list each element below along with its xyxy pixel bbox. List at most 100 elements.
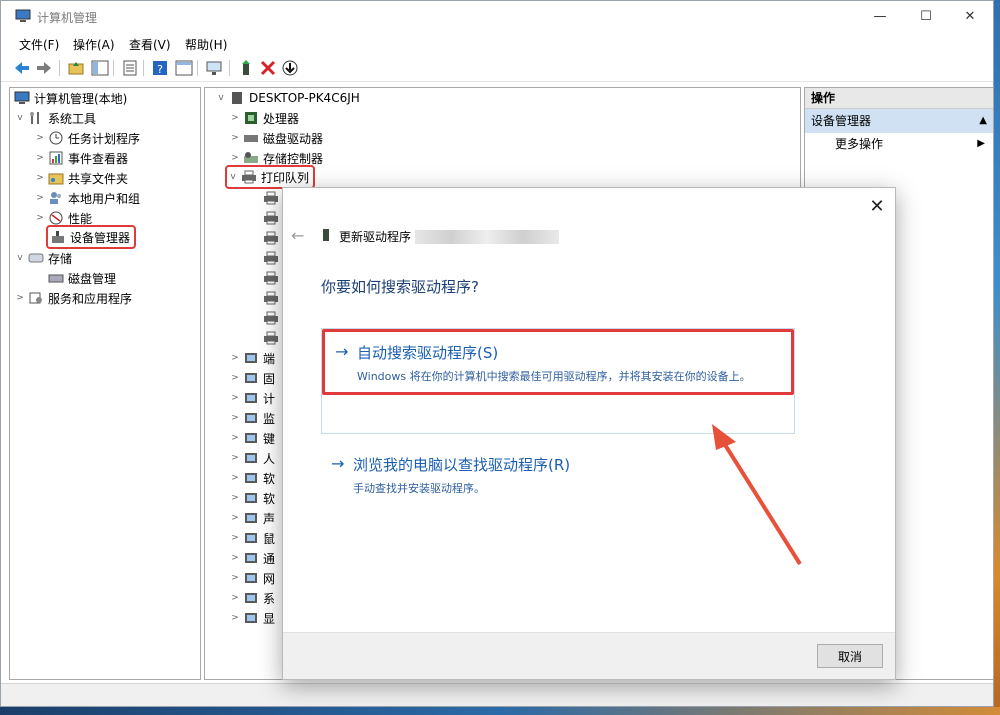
device-category-disk-drives[interactable]: > 磁盘驱动器 <box>229 128 323 148</box>
device-category-icon <box>245 593 257 603</box>
more-actions-item[interactable]: 更多操作 ▶ <box>805 133 993 155</box>
show-hide-tree-icon[interactable] <box>91 59 109 77</box>
back-arrow-icon[interactable]: ← <box>291 226 304 245</box>
printer-queue-item[interactable] <box>261 268 283 288</box>
device-root[interactable]: v DESKTOP-PK4C6JH <box>215 88 359 108</box>
expand-caret[interactable]: > <box>229 133 241 143</box>
expand-caret[interactable]: > <box>229 493 241 503</box>
up-folder-icon[interactable] <box>67 59 85 77</box>
expand-caret[interactable]: > <box>229 573 241 583</box>
menu-view[interactable]: 查看(V) <box>129 36 171 53</box>
actions-section-device-manager[interactable]: 设备管理器 ▲ <box>805 109 993 133</box>
collapse-caret[interactable]: v <box>215 93 227 103</box>
disable-device-icon[interactable] <box>281 59 299 77</box>
device-category-item[interactable]: > 人 <box>229 448 275 468</box>
toolbar-separator <box>59 60 60 76</box>
expand-caret[interactable]: > <box>229 513 241 523</box>
properties-icon[interactable] <box>121 59 139 77</box>
uninstall-icon[interactable] <box>259 59 277 77</box>
device-category-icon <box>245 613 257 623</box>
collapse-up-icon[interactable]: ▲ <box>979 109 987 133</box>
option-auto-search[interactable]: → 自动搜索驱动程序(S) Windows 将在你的计算机中搜索最佳可用驱动程序… <box>322 329 794 395</box>
window-title: 计算机管理 <box>37 11 98 25</box>
forward-arrow-icon[interactable] <box>35 59 53 77</box>
update-driver-icon[interactable] <box>237 59 255 77</box>
help-icon[interactable]: ? <box>151 59 169 77</box>
device-category-item[interactable]: > 声 <box>229 508 275 528</box>
device-category-item[interactable]: > 鼠 <box>229 528 275 548</box>
toolbar: ? <box>1 55 993 82</box>
minimize-button[interactable]: — <box>857 1 903 31</box>
expand-caret[interactable]: > <box>229 413 241 423</box>
tree-item-disk-management[interactable]: 磁盘管理 <box>46 268 116 288</box>
actions-header: 操作 <box>805 88 993 109</box>
expand-caret[interactable]: > <box>229 433 241 443</box>
device-category-item[interactable]: > 软 <box>229 468 275 488</box>
printer-queue-item[interactable] <box>261 328 283 348</box>
device-category-item[interactable]: > 系 <box>229 588 275 608</box>
expand-caret[interactable]: > <box>14 293 26 303</box>
expand-caret[interactable]: > <box>229 533 241 543</box>
device-category-item[interactable]: > 网 <box>229 568 275 588</box>
expand-caret[interactable]: > <box>229 593 241 603</box>
menu-file[interactable]: 文件(F) <box>19 36 59 53</box>
tree-item-services[interactable]: > 服务和应用程序 <box>14 288 132 308</box>
expand-caret[interactable]: > <box>229 353 241 363</box>
maximize-button[interactable]: ☐ <box>903 1 949 31</box>
expand-caret[interactable]: > <box>34 133 46 143</box>
device-category-item[interactable]: > 固 <box>229 368 275 388</box>
printer-queue-item[interactable] <box>261 208 283 228</box>
device-category-item[interactable]: > 计 <box>229 388 275 408</box>
printer-queue-item[interactable] <box>261 308 283 328</box>
device-category-processor[interactable]: > 处理器 <box>229 108 299 128</box>
device-category-item[interactable]: > 键 <box>229 428 275 448</box>
expand-caret[interactable]: > <box>229 393 241 403</box>
expand-caret[interactable]: > <box>229 553 241 563</box>
device-category-storage-controllers[interactable]: > 存储控制器 <box>229 148 323 168</box>
expand-caret[interactable]: > <box>229 473 241 483</box>
device-category-icon <box>245 413 257 423</box>
expand-caret[interactable]: > <box>229 613 241 623</box>
expand-caret[interactable]: v <box>14 113 26 123</box>
expand-caret[interactable]: > <box>229 113 241 123</box>
device-category-item[interactable]: > 通 <box>229 548 275 568</box>
tree-item-device-manager[interactable]: 设备管理器 <box>45 225 137 249</box>
device-category-item[interactable]: > 监 <box>229 408 275 428</box>
expand-caret[interactable]: > <box>34 213 46 223</box>
dialog-close-button[interactable]: ✕ <box>865 194 889 218</box>
tree-item-task-scheduler[interactable]: > 任务计划程序 <box>34 128 140 148</box>
expand-caret[interactable]: > <box>34 173 46 183</box>
device-category-label: 人 <box>263 451 276 466</box>
expand-caret[interactable]: > <box>229 453 241 463</box>
cancel-button[interactable]: 取消 <box>817 644 883 668</box>
expand-caret[interactable]: > <box>229 373 241 383</box>
device-category-print-queues[interactable]: v 打印队列 <box>224 165 316 189</box>
expand-caret[interactable]: > <box>34 153 46 163</box>
tree-item-event-viewer[interactable]: > 事件查看器 <box>34 148 128 168</box>
printer-queue-item[interactable] <box>261 188 283 208</box>
printer-queue-item[interactable] <box>261 228 283 248</box>
expand-caret[interactable]: v <box>14 253 26 263</box>
tree-item-performance[interactable]: > 性能 <box>34 208 92 228</box>
tree-item-computer-management[interactable]: 计算机管理(本地) <box>12 88 127 108</box>
back-arrow-icon[interactable] <box>13 59 31 77</box>
expand-caret[interactable]: > <box>229 153 241 163</box>
scan-hardware-icon[interactable] <box>205 59 223 77</box>
menu-action[interactable]: 操作(A) <box>73 36 115 53</box>
menu-help[interactable]: 帮助(H) <box>185 36 227 53</box>
tree-item-shared-folders[interactable]: > 共享文件夹 <box>34 168 128 188</box>
printer-queue-item[interactable] <box>261 248 283 268</box>
device-category-label: 端 <box>263 351 276 366</box>
device-category-icon <box>245 453 257 463</box>
tree-item-local-users[interactable]: > 本地用户和组 <box>34 188 140 208</box>
console-view-icon[interactable] <box>175 59 193 77</box>
device-category-item[interactable]: > 软 <box>229 488 275 508</box>
device-category-item[interactable]: > 显 <box>229 608 275 628</box>
device-category-item[interactable]: > 端 <box>229 348 275 368</box>
tree-item-storage[interactable]: v 存储 <box>14 248 72 268</box>
close-window-button[interactable]: ✕ <box>947 1 993 31</box>
tree-item-system-tools[interactable]: v 系统工具 <box>14 108 96 128</box>
printer-queue-item[interactable] <box>261 288 283 308</box>
collapse-caret[interactable]: v <box>227 172 239 182</box>
expand-caret[interactable]: > <box>34 193 46 203</box>
